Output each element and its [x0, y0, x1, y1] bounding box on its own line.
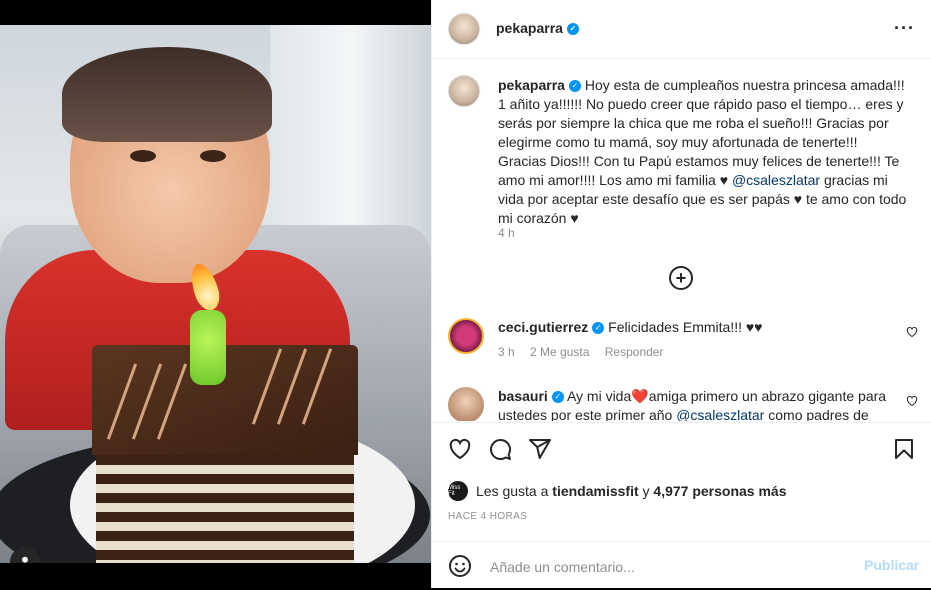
- post-timestamp[interactable]: HACE 4 HORAS: [448, 511, 527, 522]
- comment-like-icon[interactable]: [906, 326, 918, 338]
- heart-icon[interactable]: [448, 437, 472, 461]
- comment-body: ceci.gutierrez ✓ Felicidades Emmita!!! ♥♥…: [498, 318, 888, 362]
- bookmark-icon[interactable]: [892, 437, 916, 461]
- emoji-icon[interactable]: [448, 554, 472, 578]
- verified-icon: ✓: [551, 391, 564, 404]
- caption-mention[interactable]: @csaleszlatar: [732, 172, 820, 188]
- baby-eye: [200, 150, 226, 162]
- comment-avatar[interactable]: [448, 318, 484, 354]
- number-one-candle: [190, 310, 226, 385]
- comment-likes[interactable]: 2 Me gusta: [530, 345, 589, 359]
- author-avatar[interactable]: [448, 13, 480, 45]
- comment-like-icon[interactable]: [906, 395, 918, 407]
- post-photo[interactable]: [0, 25, 431, 563]
- cake-layers: [96, 455, 354, 563]
- comment-item: ceci.gutierrez ✓ Felicidades Emmita!!! ♥♥…: [448, 318, 918, 368]
- verified-icon: ✓: [566, 23, 579, 36]
- post-details-panel: pekaparra ✓ ··· pekaparra ✓ Hoy esta de cu…: [431, 0, 931, 588]
- likes-summary: Miss Fit Les gusta a tiendamissfit y 4,9…: [448, 481, 787, 501]
- comment-meta: 3 h 2 Me gusta Responder: [498, 343, 888, 362]
- comment-bar: Publicar: [432, 541, 931, 590]
- post-caption: pekaparra ✓ Hoy esta de cumpleaños nuestr…: [498, 76, 908, 228]
- verified-icon: ✓: [568, 80, 581, 93]
- post-actions: Miss Fit Les gusta a tiendamissfit y 4,9…: [432, 422, 931, 589]
- verified-icon: ✓: [592, 322, 605, 335]
- caption-author-avatar[interactable]: [448, 75, 480, 107]
- publish-button[interactable]: Publicar: [864, 557, 919, 573]
- liker-username[interactable]: tiendamissfit: [552, 483, 638, 499]
- comment-text: Felicidades Emmita!!! ♥♥: [608, 319, 763, 335]
- comment-input[interactable]: [488, 554, 852, 580]
- comment-item: basauri ✓ Ay mi vida❤️amiga primero un ab…: [448, 387, 918, 421]
- comment-reply[interactable]: Responder: [605, 345, 664, 359]
- comment-body: basauri ✓ Ay mi vida❤️amiga primero un ab…: [498, 387, 888, 421]
- author-username[interactable]: pekaparra ✓: [496, 20, 579, 36]
- comment-icon[interactable]: [488, 437, 512, 461]
- baby-eye: [130, 150, 156, 162]
- baby-hair: [62, 47, 272, 142]
- comment-avatar[interactable]: [448, 387, 484, 421]
- load-more-icon[interactable]: +: [669, 266, 693, 290]
- caption-username[interactable]: pekaparra: [498, 77, 565, 93]
- post-media-panel: [0, 0, 431, 588]
- share-icon[interactable]: [528, 437, 552, 461]
- likes-count[interactable]: 4,977 personas más: [653, 483, 786, 499]
- likes-prefix: Les gusta a: [476, 483, 549, 499]
- caption-timestamp[interactable]: 4 h: [498, 226, 515, 240]
- comment-mention[interactable]: @csaleszlatar: [676, 407, 764, 421]
- comment-time[interactable]: 3 h: [498, 345, 515, 359]
- post-header: pekaparra ✓ ···: [432, 0, 931, 59]
- likes-middle: y: [642, 483, 650, 499]
- liker-avatar[interactable]: Miss Fit: [448, 481, 468, 501]
- more-options-icon[interactable]: ···: [894, 18, 915, 39]
- comment-text-end: como padres de: [764, 407, 869, 421]
- comment-username[interactable]: basauri: [498, 388, 548, 404]
- comment-username[interactable]: ceci.gutierrez: [498, 319, 588, 335]
